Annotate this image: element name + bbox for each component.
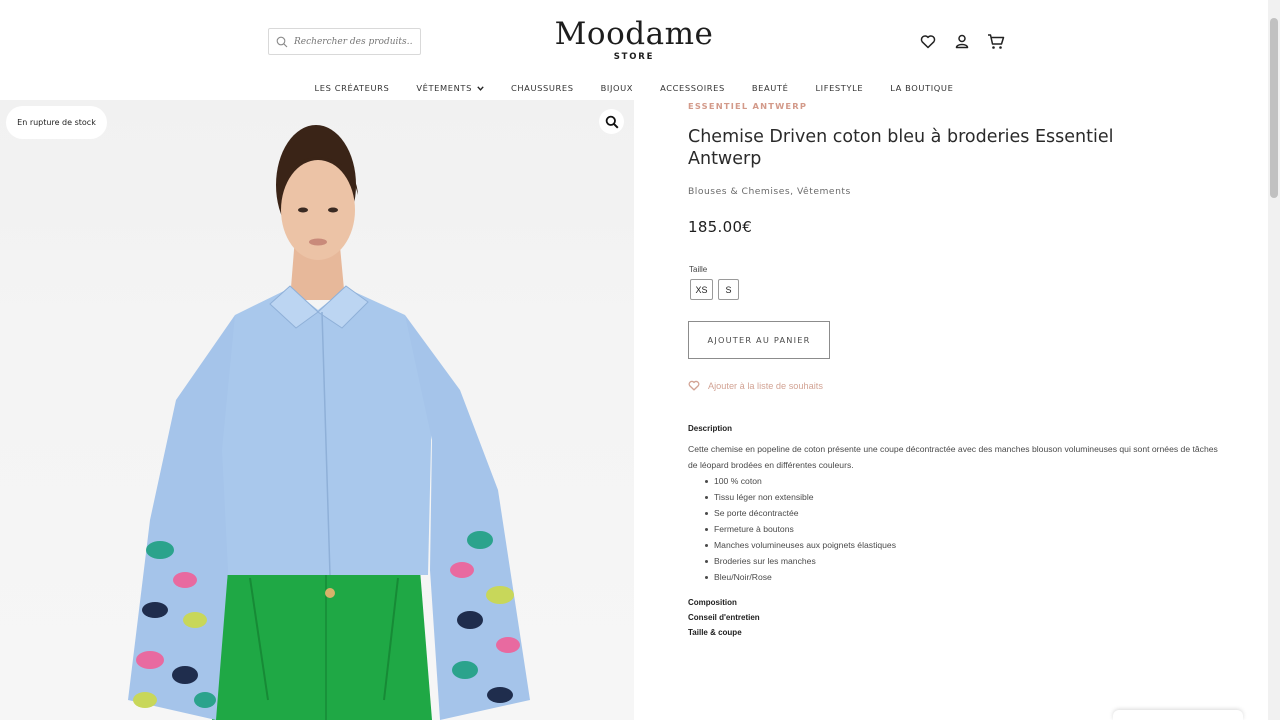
search-input[interactable] <box>294 36 412 47</box>
chat-widget-tab[interactable] <box>1113 710 1243 720</box>
nav-item-createurs[interactable]: LES CRÉATEURS <box>301 83 403 93</box>
header-icons <box>919 32 1005 50</box>
list-item: Manches volumineuses aux poignets élasti… <box>705 537 1218 553</box>
accordion-care[interactable]: Conseil d'entretien <box>688 610 1218 625</box>
product-brand[interactable]: ESSENTIEL ANTWERP <box>688 100 1218 112</box>
description-heading[interactable]: Description <box>688 424 1218 433</box>
add-to-cart-button[interactable]: AJOUTER AU PANIER <box>688 321 830 359</box>
size-label: Taille <box>689 265 708 274</box>
wishlist-label: Ajouter à la liste de souhaits <box>708 380 823 391</box>
nav-item-accessoires[interactable]: ACCESSOIRES <box>647 83 739 93</box>
nav-item-lifestyle[interactable]: LIFESTYLE <box>802 83 877 93</box>
accordion-size-fit[interactable]: Taille & coupe <box>688 625 1218 640</box>
product-price: 185.00€ <box>688 218 753 236</box>
user-icon[interactable] <box>953 32 971 50</box>
nav-item-boutique[interactable]: LA BOUTIQUE <box>877 83 967 93</box>
list-item: Fermeture à boutons <box>705 521 1218 537</box>
nav-label: LIFESTYLE <box>815 83 864 93</box>
product-categories[interactable]: Blouses & Chemises, Vêtements <box>688 186 1218 197</box>
nav-label: LA BOUTIQUE <box>890 83 954 93</box>
nav-item-bijoux[interactable]: BIJOUX <box>587 83 646 93</box>
size-selector: XS S <box>688 279 1218 300</box>
scrollbar-thumb[interactable] <box>1270 18 1278 198</box>
nav-item-vetements[interactable]: VÊTEMENTS <box>403 83 498 93</box>
heart-icon <box>688 380 700 391</box>
logo-title: Moodame <box>554 16 714 52</box>
logo-subtitle: STORE <box>613 52 655 62</box>
search-icon <box>276 36 288 47</box>
list-item: Bleu/Noir/Rose <box>705 569 1218 585</box>
feature-list: 100 % coton Tissu léger non extensible S… <box>688 473 1218 585</box>
list-item: Tissu léger non extensible <box>705 489 1218 505</box>
accordion-composition[interactable]: Composition <box>688 595 1218 610</box>
size-option-xs[interactable]: XS <box>690 279 713 300</box>
nav-label: CHAUSSURES <box>510 83 574 93</box>
main-nav: LES CRÉATEURS VÊTEMENTS CHAUSSURES BIJOU… <box>0 83 1268 93</box>
nav-label: VÊTEMENTS <box>416 83 472 93</box>
heart-icon[interactable] <box>919 32 937 50</box>
chevron-down-icon <box>477 85 484 91</box>
list-item: Broderies sur les manches <box>705 553 1218 569</box>
description-text: Cette chemise en popeline de coton prése… <box>688 444 1218 470</box>
product-title: Chemise Driven coton bleu à broderies Es… <box>688 127 1114 169</box>
zoom-button[interactable] <box>599 109 624 134</box>
page-scrollbar[interactable] <box>1268 0 1280 720</box>
out-of-stock-badge: En rupture de stock <box>6 106 107 139</box>
cart-icon[interactable] <box>987 32 1005 50</box>
add-to-wishlist-link[interactable]: Ajouter à la liste de souhaits <box>688 380 1218 391</box>
nav-label: ACCESSOIRES <box>660 83 725 93</box>
nav-label: LES CRÉATEURS <box>314 83 390 93</box>
product-image[interactable]: En rupture de stock <box>0 100 634 720</box>
model-photo <box>128 125 530 720</box>
list-item: 100 % coton <box>705 473 1218 489</box>
list-item: Se porte décontractée <box>705 505 1218 521</box>
search-box[interactable] <box>268 28 421 55</box>
nav-item-chaussures[interactable]: CHAUSSURES <box>497 83 587 93</box>
site-header: Moodame STORE LES CRÉATEURS VÊTEMENTS CH… <box>0 0 1268 100</box>
site-logo[interactable]: Moodame STORE <box>545 16 723 62</box>
nav-item-beaute[interactable]: BEAUTÉ <box>738 83 802 93</box>
nav-label: BIJOUX <box>600 83 634 93</box>
nav-label: BEAUTÉ <box>751 83 789 93</box>
search-icon <box>605 115 619 129</box>
product-details: ESSENTIEL ANTWERP Chemise Driven coton b… <box>688 100 1218 640</box>
size-option-s[interactable]: S <box>718 279 739 300</box>
